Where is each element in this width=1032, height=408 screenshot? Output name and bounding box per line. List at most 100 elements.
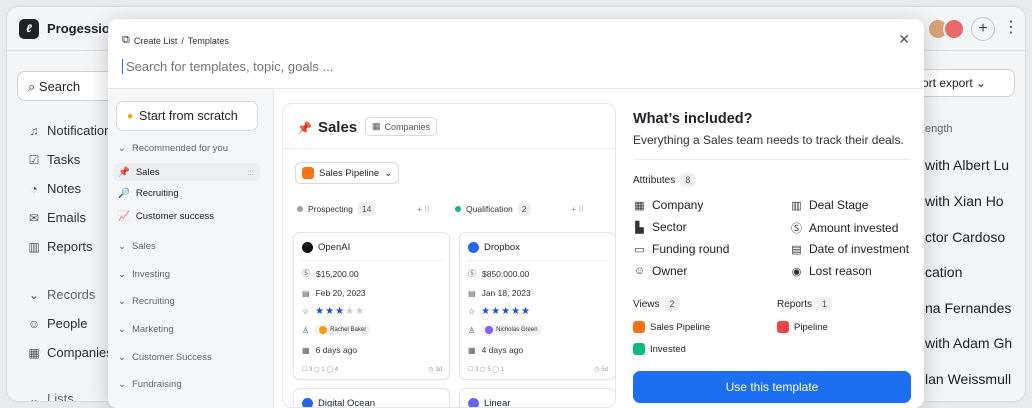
view-label: Invested	[650, 343, 686, 355]
add-card-icon[interactable]: + ⁝⁝	[417, 204, 430, 215]
view-label: Sales Pipeline	[650, 321, 711, 333]
chevron-down-icon: ⌄	[976, 76, 987, 90]
section-recruiting[interactable]: ⌄ Recruiting	[118, 296, 175, 307]
attribute-label: Owner	[652, 264, 688, 278]
sidebar-item-tasks[interactable]: ☑ Tasks	[27, 152, 81, 167]
category-item-sales[interactable]: 📌 Sales:::	[114, 163, 260, 181]
pipeline-select[interactable]: Sales Pipeline ⌄	[295, 162, 400, 184]
views-label: Views	[633, 298, 660, 310]
sidebar-item-notifications[interactable]: ♫ Notifications	[27, 123, 118, 138]
start-from-scratch-button[interactable]: ● Start from scratch	[116, 101, 258, 131]
divider	[283, 148, 615, 149]
calendar-icon: ▤	[302, 288, 310, 298]
sidebar-item-label: People	[47, 316, 88, 331]
chevron-down-icon: ⌄	[118, 269, 126, 280]
breadcrumb-root[interactable]: Create List	[134, 36, 178, 46]
breadcrumb-separator: /	[181, 35, 184, 46]
card-age-value: 5d	[601, 367, 608, 373]
deal-card[interactable]: Linear	[459, 388, 615, 407]
star-outline-icon: ☆	[302, 307, 310, 316]
view-sales-pipeline: Sales Pipeline	[633, 321, 710, 333]
deal-card[interactable]: Dropbox Ⓢ $850,000.00 ▤ Jan 18, 2023 ☆ ★★★★…	[459, 232, 615, 380]
column-header-qualification: Qualification 2 + ⁝⁝	[455, 202, 584, 216]
sidebar-item-emails[interactable]: ✉ Emails	[27, 210, 86, 225]
whats-included-panel: What’s included? Everything a Sales team…	[633, 103, 924, 408]
sidebar-section-lists[interactable]: ⌄ Lists	[27, 391, 74, 401]
sidebar-section-records[interactable]: ⌄ Records	[27, 287, 95, 302]
card-rating: ☆ ★★★★★	[302, 306, 365, 317]
avatar-group[interactable]	[927, 18, 965, 40]
category-item-customer-success[interactable]: 📈 Customer success	[118, 211, 264, 222]
modal-header: ⧉ Create List / Templates ✕	[108, 19, 924, 89]
breadcrumb-current: Templates	[187, 35, 229, 46]
chevron-down-icon: ⌄	[118, 143, 126, 154]
deal-card[interactable]: Digital Ocean	[293, 388, 450, 407]
days-value: 6 days ago	[315, 345, 358, 355]
chevron-down-icon: ⌄	[118, 241, 126, 252]
section-marketing[interactable]: ⌄ Marketing	[118, 324, 174, 335]
person-name: Rachel Baker	[330, 327, 367, 333]
sidebar-item-companies[interactable]: ▦ Companies	[27, 345, 113, 360]
building-icon: ▦	[28, 345, 40, 360]
section-sales[interactable]: ⌄ Sales	[118, 241, 156, 252]
template-categories: ● Start from scratch ⌄ Recommended for you…	[108, 89, 274, 408]
sidebar-item-label: Companies	[47, 345, 113, 360]
section-label: Marketing	[131, 324, 174, 335]
column-name: Prospecting	[308, 204, 353, 214]
template-preview: 📌 Sales ▦ Companies Sales Pipeline ⌄ Prospe…	[282, 103, 616, 408]
export-button[interactable]: ort export ⌄	[911, 69, 1015, 97]
attribute-label: Lost reason	[809, 264, 872, 278]
more-vertical-icon[interactable]: ⋮	[999, 17, 1023, 41]
included-title: What’s included?	[633, 111, 753, 127]
star-outline-icon: ☆	[468, 307, 476, 316]
calendar-check-icon: ▦	[302, 345, 310, 355]
note-icon: ◔	[30, 181, 38, 196]
reports-label: Reports	[777, 298, 813, 310]
column-count: 2	[517, 202, 531, 216]
close-icon[interactable]: ✕	[898, 31, 910, 48]
section-investing[interactable]: ⌄ Investing	[118, 269, 170, 280]
attributes-count: 8	[680, 173, 696, 187]
template-search-input[interactable]	[122, 59, 622, 74]
deal-card[interactable]: OpenAI Ⓢ $15,200.00 ▤ Feb 20, 2023 ☆ ★★★★★ …	[293, 232, 450, 380]
attribute-sector: ▙ Sector	[633, 220, 687, 234]
sidebar-section-label: Records	[47, 287, 96, 302]
attribute-label: Company	[652, 198, 704, 212]
report-label: Pipeline	[794, 321, 828, 333]
export-label: ort export	[922, 76, 973, 90]
add-card-icon[interactable]: + ⁝⁝	[571, 204, 584, 215]
card-age: ◷ 3d	[428, 367, 442, 373]
attribute-owner: ☺ Owner	[633, 264, 687, 278]
sidebar-item-people[interactable]: ☺ People	[27, 316, 88, 331]
sidebar-item-notes[interactable]: ◔ Notes	[27, 181, 81, 196]
date-value: Jan 18, 2023	[481, 288, 531, 298]
add-icon[interactable]: +	[971, 17, 995, 41]
section-customer-success[interactable]: ⌄ Customer Success	[118, 352, 212, 363]
person-name: Nicholas Green	[496, 327, 538, 333]
sidebar-item-label: Emails	[47, 210, 87, 225]
included-description: Everything a Sales team needs to track t…	[633, 133, 904, 147]
chevron-down-icon: ⌄	[118, 352, 126, 363]
chevron-down-icon: ⌄	[118, 379, 126, 390]
attribute-date-of-investment: ▤ Date of investment	[790, 242, 909, 256]
column-count: 14	[357, 202, 376, 216]
building-icon: ▦	[372, 121, 381, 131]
use-template-button[interactable]: Use this template	[633, 371, 911, 403]
target-icon: ◉	[791, 265, 802, 278]
column-header: ength	[925, 123, 953, 135]
company-logo-icon	[468, 398, 479, 407]
table-cell: with Xian Ho	[925, 193, 1004, 209]
drag-handle-icon[interactable]: :::	[247, 168, 254, 177]
object-badge: ▦ Companies	[365, 117, 438, 136]
sidebar-item-reports[interactable]: ▥ Reports	[27, 239, 92, 254]
section-fundraising[interactable]: ⌄ Fundraising	[118, 379, 182, 390]
category-item-recruiting[interactable]: 🔎 Recruiting	[118, 188, 264, 199]
table-cell: with Albert Lu	[925, 157, 1010, 173]
section-recommended[interactable]: ⌄ Recommended for you	[118, 143, 228, 154]
card-footer: ☐ 3 ▢ 5 ◯ 1 ◷ 5d	[468, 366, 608, 373]
preview-title: 📌 Sales	[297, 119, 357, 136]
preview-title-text: Sales	[317, 119, 358, 136]
app-logo: ℓ	[19, 19, 39, 39]
attribute-funding-round: ▭ Funding round	[633, 242, 729, 256]
attribute-label: Sector	[652, 220, 687, 234]
